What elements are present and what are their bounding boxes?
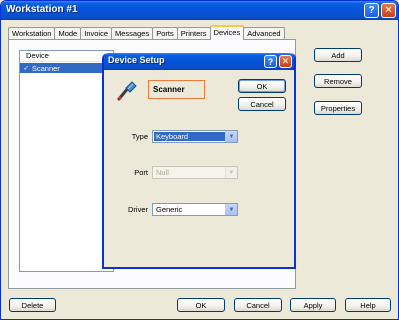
close-icon[interactable]: ✕ [381,3,396,18]
delete-button[interactable]: Delete [9,298,56,312]
chevron-down-icon[interactable]: ▼ [225,131,237,142]
apply-button[interactable]: Apply [290,298,336,312]
device-name-box: Scanner [148,80,205,99]
dialog-close-icon[interactable]: ✕ [279,55,292,68]
dialog-title: Device Setup [108,55,165,65]
cancel-button[interactable]: Cancel [234,298,282,312]
port-value: Null [156,168,169,177]
tab-devices[interactable]: Devices [209,25,245,40]
remove-button[interactable]: Remove [314,74,362,88]
device-list[interactable]: Device ➶ Scanner [19,50,114,272]
device-arrow-icon: ➶ [23,65,29,72]
dialog-cancel-button[interactable]: Cancel [238,97,286,111]
dialog-titlebar[interactable]: Device Setup ? ✕ [104,53,294,70]
chevron-down-icon[interactable]: ▼ [225,204,237,215]
help-button[interactable]: Help [345,298,391,312]
driver-value: Generic [156,205,183,214]
dialog-help-icon[interactable]: ? [264,55,277,68]
driver-select[interactable]: Generic ▼ [152,203,238,216]
help-icon[interactable]: ? [364,3,379,18]
properties-button[interactable]: Properties [314,101,362,115]
list-item-label: Scanner [31,63,60,73]
driver-label: Driver [128,205,148,214]
device-list-header[interactable]: Device [20,51,113,62]
device-setup-dialog: Device Setup ? ✕ Scanner OK Cancel Type … [102,53,296,269]
window-titlebar[interactable]: Workstation #1 ? ✕ [1,1,398,20]
chevron-down-icon: ▼ [225,167,237,178]
port-select: Null ▼ [152,166,238,179]
list-item[interactable]: ➶ Scanner [20,63,113,73]
type-label: Type [131,132,148,141]
scanner-icon [117,81,137,101]
type-value: Keyboard [154,132,226,141]
ok-button[interactable]: OK [177,298,225,312]
type-select[interactable]: Keyboard ▼ [152,130,238,143]
dialog-ok-button[interactable]: OK [238,79,286,93]
port-label: Port [134,168,148,177]
add-button[interactable]: Add [314,48,362,62]
window-title: Workstation #1 [6,4,78,15]
